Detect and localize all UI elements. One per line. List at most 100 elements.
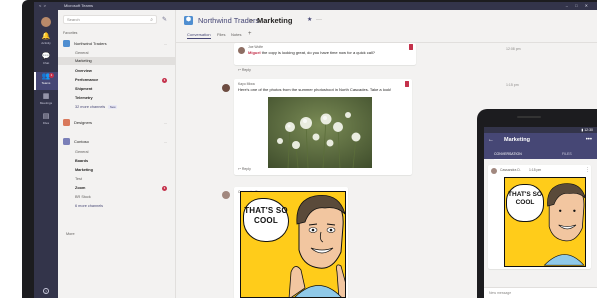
team-designers[interactable]: Designers ...	[63, 118, 173, 127]
rail-item-files[interactable]: ▤ Files	[34, 112, 58, 130]
channel-label: Test	[75, 177, 82, 181]
channel-overview[interactable]: Overview	[58, 67, 175, 75]
meme-caption: THAT'S SO COOL	[508, 191, 542, 206]
tab-files[interactable]: Files	[217, 32, 225, 38]
channel-general[interactable]: General	[58, 49, 175, 57]
tab-files[interactable]: FILES	[562, 149, 572, 159]
message-time: 1:15 pm	[506, 83, 519, 87]
channel-label: General	[75, 150, 89, 154]
channel-br-stock[interactable]: BR Stock	[58, 193, 175, 201]
add-tab-button[interactable]: +	[248, 31, 252, 38]
bell-icon: 🔔	[41, 33, 51, 40]
channel-label: Marketing	[75, 59, 92, 63]
more-channels-link[interactable]: 6 more channels	[58, 202, 175, 210]
message-body: the copy is looking great, do you have t…	[260, 50, 375, 55]
channel-label: BR Stock	[75, 195, 91, 199]
avatar	[491, 168, 497, 174]
more-channels-link[interactable]: 32 more channels New	[58, 103, 175, 111]
channel-telemetry[interactable]: Telemetry	[58, 94, 175, 102]
rail-item-chat[interactable]: 💬 Chat	[34, 52, 58, 70]
channel-label: General	[75, 51, 89, 55]
reply-link[interactable]: ↩ Reply	[238, 167, 251, 171]
channel-label: Performance	[75, 78, 99, 82]
important-flag-icon	[405, 81, 409, 87]
channel-marketing[interactable]: Marketing	[58, 166, 175, 174]
team-logo	[63, 40, 70, 47]
message-author: Cassandra D.	[500, 168, 521, 172]
message-card[interactable]: Kayo Miwa Here's one of the photos from …	[234, 79, 412, 175]
channel-boards[interactable]: Boards	[58, 157, 175, 165]
new-tag: New	[108, 105, 118, 109]
unread-badge: 1	[162, 185, 167, 191]
reply-link[interactable]: ↩ Reply	[238, 68, 251, 72]
more-options-icon[interactable]: ···	[316, 16, 322, 25]
meme-image[interactable]: THAT'S SO COOL	[504, 177, 586, 267]
avatar	[222, 84, 230, 92]
compose-icon[interactable]: ✎	[162, 16, 167, 23]
rail-label: Meetings	[39, 101, 53, 105]
more-options-icon[interactable]: ⋮	[585, 167, 590, 173]
channel-general[interactable]: General	[58, 148, 175, 156]
team-name: Northwind Traders	[74, 41, 107, 46]
team-logo	[63, 119, 70, 126]
channel-test[interactable]: Test	[58, 175, 175, 183]
favorite-star-icon[interactable]: ★	[307, 16, 312, 25]
meme-image[interactable]: THAT'S SO COOL	[240, 191, 346, 298]
forward-arrow-icon[interactable]: >	[44, 3, 46, 8]
message-card[interactable]: Joe Wolfe Miguel the copy is looking gre…	[234, 43, 416, 65]
more-options-icon[interactable]: ...	[164, 118, 167, 127]
channel-label: Boards	[75, 159, 89, 163]
channel-label: Telemetry	[75, 96, 93, 100]
channel-label: 6 more channels	[75, 204, 104, 208]
channel-performance[interactable]: Performance 1	[58, 76, 175, 84]
more-teams-link[interactable]: More	[66, 232, 75, 236]
files-icon: ▤	[42, 113, 50, 120]
message-card[interactable]: Cassandra D. 1:15 pm ⋮ THAT'S SO COOL	[488, 165, 591, 269]
search-placeholder: Search	[67, 17, 80, 22]
search-input[interactable]: Search ⌕	[63, 15, 157, 24]
history-nav[interactable]: < >	[39, 2, 46, 10]
cartoon-man-illustration	[288, 195, 345, 297]
message-text: Here's one of the photos from the summer…	[238, 87, 392, 92]
channel-shipment[interactable]: Shipment	[58, 85, 175, 93]
channel-header: ⬢ Northwind Traders > Marketing ★ ··· Co…	[176, 10, 597, 43]
rail-item-teams[interactable]: 👥 Teams 1	[34, 72, 58, 90]
message-text: Miguel the copy is looking great, do you…	[248, 50, 375, 55]
mention[interactable]: Miguel	[248, 50, 261, 55]
channel-label: Shipment	[75, 87, 93, 91]
team-logo-icon: ⬢	[184, 16, 193, 25]
phone-speaker	[517, 116, 541, 118]
status-time: 12:30	[584, 128, 593, 132]
more-options-icon[interactable]: ...	[164, 137, 167, 146]
search-icon: ⌕	[150, 17, 153, 23]
rail-label: Activity	[41, 41, 51, 45]
rail-item-activity[interactable]: 🔔 Activity	[34, 32, 58, 50]
avatar	[238, 47, 245, 54]
team-contoso[interactable]: Contoso ...	[63, 137, 173, 146]
channel-marketing[interactable]: Marketing	[58, 57, 175, 65]
more-options-icon[interactable]: •••	[586, 136, 592, 145]
team-northwind-traders[interactable]: Northwind Traders ...	[63, 39, 173, 48]
new-message-input[interactable]: New message	[484, 287, 597, 298]
photo-wildflowers-image[interactable]	[268, 97, 372, 168]
team-name: Designers	[74, 120, 93, 125]
back-arrow-icon[interactable]: ←	[488, 136, 494, 145]
user-avatar[interactable]	[41, 17, 51, 27]
teams-icon: 👥	[41, 73, 51, 80]
more-options-icon[interactable]: ...	[164, 39, 167, 48]
phone-header: ← Marketing •••	[484, 133, 597, 149]
avatar	[222, 191, 230, 199]
channel-label: Marketing	[75, 168, 93, 172]
important-flag-icon	[409, 44, 413, 50]
calendar-icon: ▦	[42, 93, 50, 100]
back-arrow-icon[interactable]: <	[39, 3, 41, 8]
rail-item-meetings[interactable]: ▦ Meetings	[34, 92, 58, 110]
help-icon[interactable]: ?	[43, 288, 49, 294]
meme-caption: THAT'S SO COOL	[244, 206, 288, 225]
tab-notes[interactable]: Notes	[231, 32, 241, 38]
breadcrumb-separator: >	[249, 16, 254, 25]
window-controls[interactable]: – □ ✕	[566, 2, 591, 10]
channel-zoom[interactable]: Zoom 1	[58, 184, 175, 192]
message-time: 1:15 pm	[529, 168, 542, 172]
tab-conversation[interactable]: Conversation	[187, 32, 211, 39]
